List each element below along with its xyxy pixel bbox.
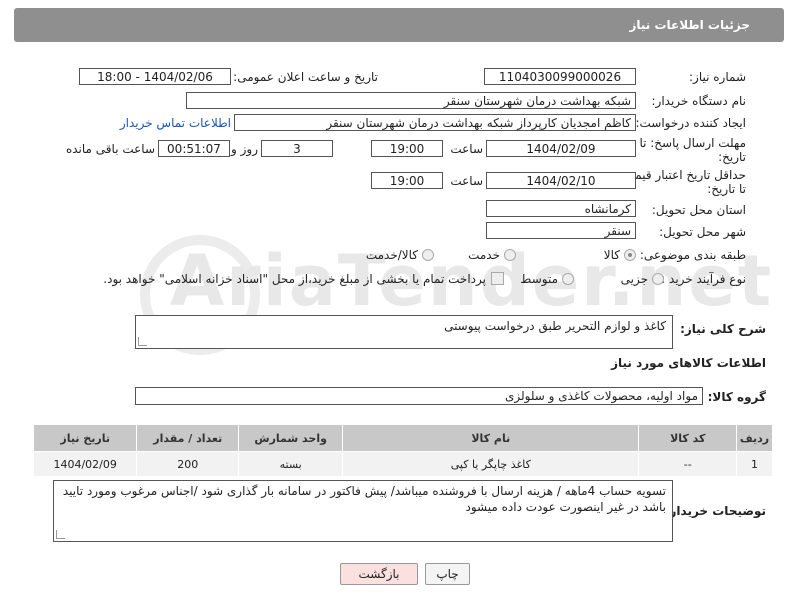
cell-goods-name: کاغذ چاپگر یا کپی [342,451,640,477]
announce-field[interactable]: 1404/02/06 - 18:00 [79,68,231,85]
description-label: شرح کلی نیاز: [680,322,766,336]
buyer-notes-textarea[interactable]: تسویه حساب 4ماهه / هزینه ارسال با فروشند… [53,480,673,542]
description-text: کاغذ و لوازم التحریر طبق درخواست پیوستی [444,319,666,333]
remaining-time-field[interactable]: 00:51:07 [158,140,230,157]
creator-field[interactable]: کاظم امجدیان کارپرداز شبکه بهداشت درمان … [234,114,636,131]
resize-grip-icon[interactable] [56,530,65,539]
remaining-time-label: ساعت باقی مانده [65,142,155,156]
deadline-time-field[interactable]: 19:00 [371,140,443,157]
treasury-payment-checkbox[interactable] [491,272,504,285]
col-goods-name: نام کالا [342,424,640,452]
goods-table: ردیف کد کالا نام کالا واحد شمارش تعداد /… [32,424,773,477]
process-radio-medium[interactable] [562,273,574,285]
page-title: جزئیات اطلاعات نیاز [629,18,750,32]
treasury-payment-note: پرداخت تمام یا بخشی از مبلغ خرید،از محل … [103,272,486,286]
contact-buyer-link[interactable]: اطلاعات تماس خریدار [120,116,231,130]
process-label: نوع فرآیند خرید : [661,272,746,286]
buyer-notes-text: تسویه حساب 4ماهه / هزینه ارسال با فروشند… [62,484,666,514]
price-time-field[interactable]: 19:00 [371,172,443,189]
deadline-label-1: مهلت ارسال پاسخ: تا [639,136,746,150]
province-field[interactable]: کرمانشاه [486,200,636,217]
category-radio-goods-service[interactable] [422,249,434,261]
goods-section-title: اطلاعات کالاهای مورد نیاز [611,356,766,370]
cell-goods-code: -- [638,451,738,477]
back-button[interactable]: بازگشت [340,563,418,585]
category-option-goods-service: کالا/خدمت [365,248,418,262]
cell-row-number: 1 [736,451,773,477]
print-button[interactable]: چاپ [425,563,470,585]
creator-label: ایجاد کننده درخواست: [635,116,746,130]
category-option-service: خدمت [468,248,500,262]
price-validity-label-1: حداقل تاریخ اعتبار قیمت: [619,168,746,182]
description-textarea[interactable]: کاغذ و لوازم التحریر طبق درخواست پیوستی [135,315,673,349]
deadline-date-field[interactable]: 1404/02/09 [486,140,636,157]
col-quantity: تعداد / مقدار [136,424,240,452]
goods-group-label: گروه کالا: [707,390,766,404]
page: جزئیات اطلاعات نیاز AriaTender.net شماره… [0,0,788,598]
days-field[interactable]: 3 [261,140,333,157]
col-goods-code: کد کالا [638,424,738,452]
col-unit: واحد شمارش [238,424,344,452]
col-row-number: ردیف [736,424,773,452]
price-time-label: ساعت [450,174,483,188]
goods-table-header: ردیف کد کالا نام کالا واحد شمارش تعداد /… [32,424,773,452]
deadline-time-label: ساعت [450,142,483,156]
buyer-notes-label: توضیحات خریدار: [664,504,766,518]
process-radio-minor[interactable] [652,273,664,285]
resize-grip-icon[interactable] [138,337,147,346]
process-option-medium: متوسط [520,272,558,286]
cell-unit: بسته [238,451,344,477]
need-number-label: شماره نیاز: [689,70,746,84]
announce-label: تاریخ و ساعت اعلان عمومی: [233,70,378,84]
category-radio-goods[interactable] [624,249,636,261]
cell-quantity: 200 [136,451,240,477]
need-number-field[interactable]: 1104030099000026 [484,68,636,85]
cell-need-date: 1404/02/09 [32,451,138,477]
category-radio-service[interactable] [504,249,516,261]
page-header: جزئیات اطلاعات نیاز [14,8,784,42]
category-option-goods: کالا [603,248,620,262]
price-date-field[interactable]: 1404/02/10 [486,172,636,189]
table-row: 1 -- کاغذ چاپگر یا کپی بسته 200 1404/02/… [32,451,773,477]
deadline-label-2: تاریخ: [718,150,746,164]
col-need-date: تاریخ نیاز [32,424,138,452]
process-option-minor: جزیی [620,272,648,286]
buyer-org-label: نام دستگاه خریدار: [651,94,747,108]
province-label: استان محل تحویل: [651,203,746,217]
city-field[interactable]: سنقر [486,222,636,239]
goods-group-field[interactable]: مواد اولیه، محصولات کاغذی و سلولزی [135,387,703,405]
price-validity-label-2: تا تاریخ: [707,182,746,196]
buyer-org-field[interactable]: شبکه بهداشت درمان شهرستان سنقر [186,92,636,109]
days-label: روز و [231,142,258,156]
category-label: طبقه بندی موضوعی: [639,248,746,262]
city-label: شهر محل تحویل: [659,225,746,239]
